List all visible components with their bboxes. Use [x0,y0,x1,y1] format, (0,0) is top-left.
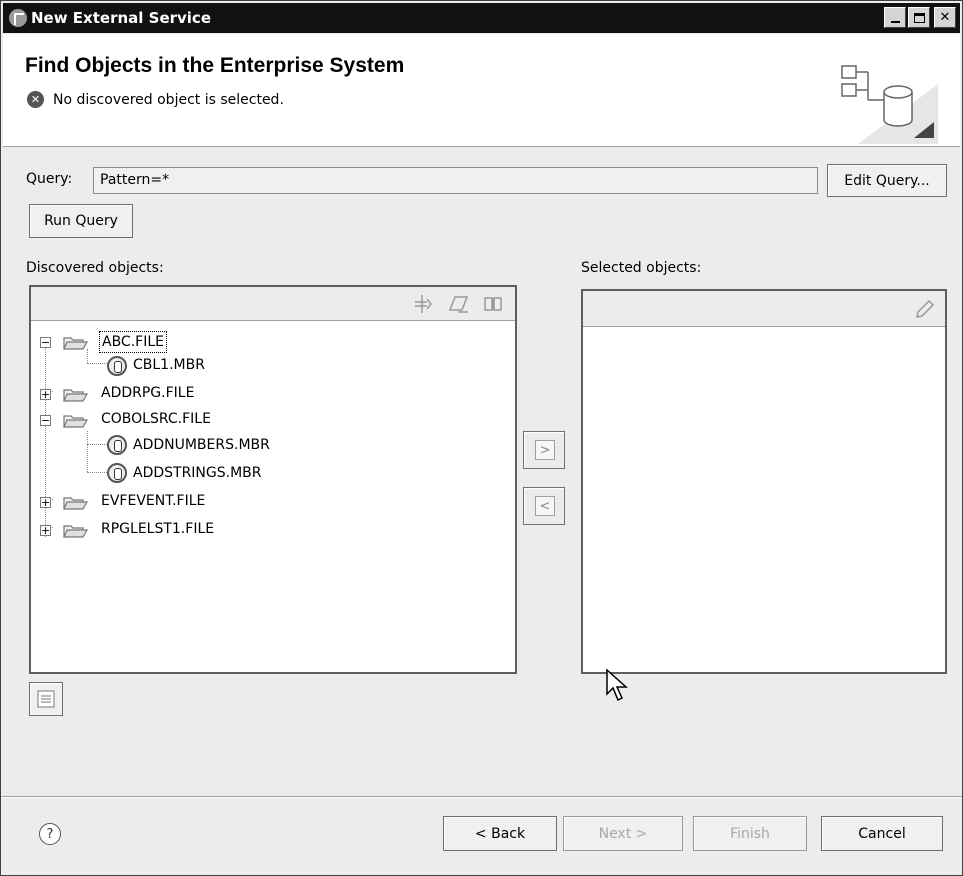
title-bar[interactable]: New External Service ✕ [3,3,960,33]
run-query-button[interactable]: Run Query [29,204,133,238]
tree-item-label: COBOLSRC.FILE [101,411,211,427]
discovered-objects-tree[interactable]: − ABC.FILE CBL1.MBR + ADDRPG.FILE − COBO… [29,285,517,674]
back-prefix: < [474,825,492,842]
folder-open-icon [63,497,89,510]
wizard-header: Find Objects in the Enterprise System ✕ … [3,34,960,147]
page-title: Find Objects in the Enterprise System [25,54,405,77]
collapse-icon[interactable]: − [40,415,51,426]
folder-open-icon [63,415,89,428]
tree-item-label: EVFEVENT.FILE [101,493,206,509]
maximize-icon [913,12,925,23]
book-icon[interactable] [483,294,503,314]
finish-button[interactable]: Finish [693,816,807,851]
tree-item-label: ADDSTRINGS.MBR [133,465,262,481]
status-message: ✕ No discovered object is selected. [27,91,284,108]
tree-row[interactable]: + EVFEVENT.FILE [39,491,339,513]
query-input[interactable]: Pattern=* [93,167,818,194]
window-controls: ✕ [884,7,956,28]
maximize-button[interactable] [908,7,930,28]
help-icon[interactable]: ? [39,823,61,845]
details-button[interactable] [29,682,63,716]
tree-row[interactable]: + ADDRPG.FILE [39,383,339,405]
add-selection-button[interactable]: > [523,431,565,469]
tree-row[interactable]: ADDNUMBERS.MBR [39,435,339,457]
window-title: New External Service [31,9,211,27]
edit-query-button[interactable]: Edit Query... [827,164,947,197]
enterprise-system-icon [841,65,938,144]
minimize-icon [890,21,900,23]
dialog-window: New External Service ✕ Find Objects in t… [0,0,963,876]
member-icon [107,435,127,455]
back-label: Back [491,825,526,842]
close-icon: ✕ [939,10,951,25]
selected-toolbar [583,291,945,327]
tree-row[interactable]: − ABC.FILE [39,331,339,353]
add-selection-label: > [535,440,555,460]
discovered-objects-label: Discovered objects: [26,260,164,276]
tree-row[interactable]: ADDSTRINGS.MBR [39,463,339,485]
tree-item-label: ADDNUMBERS.MBR [133,437,270,453]
query-label: Query: [26,171,73,187]
remove-selection-button[interactable]: < [523,487,565,525]
member-icon [107,463,127,483]
mouse-cursor-icon [606,668,628,702]
folder-open-icon [63,337,89,350]
collapse-icon[interactable]: − [40,337,51,348]
pencil-icon[interactable] [915,299,935,319]
tree-item-label: ABC.FILE [99,331,167,353]
folder-open-icon [63,389,89,402]
close-button[interactable]: ✕ [934,7,956,28]
cancel-button[interactable]: Cancel [821,816,943,851]
footer-separator [1,796,962,798]
selected-objects-label: Selected objects: [581,260,702,276]
expand-icon[interactable]: + [40,497,51,508]
eraser-icon[interactable] [449,294,469,314]
member-icon [107,356,127,376]
tree-row[interactable]: − COBOLSRC.FILE [39,409,339,431]
app-icon [9,9,27,27]
status-message-text: No discovered object is selected. [53,91,284,108]
tree-item-label: RPGLELST1.FILE [101,521,215,537]
expand-icon[interactable]: + [40,389,51,400]
remove-selection-label: < [535,496,555,516]
back-button[interactable]: < Back [443,816,557,851]
folder-open-icon [63,525,89,538]
error-icon: ✕ [27,91,44,108]
filter-icon[interactable] [413,294,433,314]
discovered-toolbar [31,287,515,321]
tree-item-label: ADDRPG.FILE [101,385,195,401]
expand-icon[interactable]: + [40,525,51,536]
tree-row[interactable]: + RPGLELST1.FILE [39,519,339,541]
tree-row[interactable]: CBL1.MBR [39,355,339,377]
list-details-icon [37,690,55,708]
next-button[interactable]: Next > [563,816,683,851]
selected-objects-list[interactable] [581,289,947,674]
tree-item-label: CBL1.MBR [133,357,205,373]
minimize-button[interactable] [884,7,906,28]
